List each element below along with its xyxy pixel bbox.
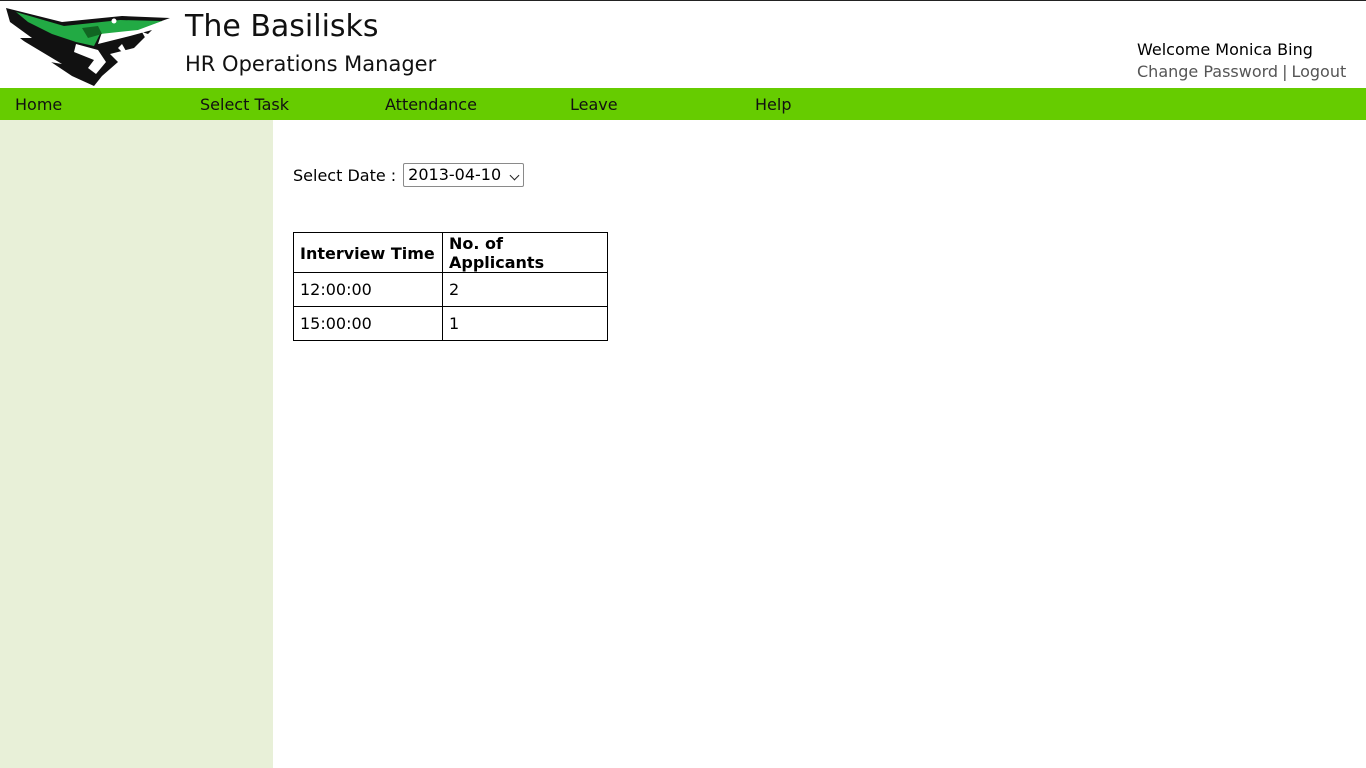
app-title: The Basilisks: [185, 9, 379, 44]
column-header-interview-time: Interview Time: [293, 232, 443, 273]
applicants-count-cell: 1: [442, 306, 608, 341]
column-header-applicants: No. of Applicants: [442, 232, 608, 273]
nav-select-task[interactable]: Select Task: [200, 88, 289, 120]
applicants-count-cell: 2: [442, 272, 608, 307]
main-content: Select Date : 2013-04-10 Interview Time …: [273, 120, 1366, 768]
welcome-text: Welcome Monica Bing: [1137, 40, 1313, 59]
chevron-down-icon: [509, 170, 520, 181]
user-box: Welcome Monica Bing Change Password | Logo…: [1137, 39, 1346, 83]
user-links: Change Password | Logout: [1137, 61, 1346, 83]
date-select[interactable]: 2013-04-10: [403, 163, 525, 187]
app-subtitle: HR Operations Manager: [185, 52, 437, 76]
nav-attendance[interactable]: Attendance: [385, 88, 477, 120]
sidebar: [0, 120, 273, 768]
date-select-value: 2013-04-10: [408, 165, 502, 184]
date-selector-row: Select Date : 2013-04-10: [293, 163, 525, 187]
nav-home[interactable]: Home: [15, 88, 62, 120]
basilisk-logo-icon: [6, 8, 170, 86]
interview-time-cell: 12:00:00: [293, 272, 443, 307]
link-separator: |: [1282, 62, 1288, 81]
table-row: 15:00:00 1: [293, 306, 608, 341]
table-header-row: Interview Time No. of Applicants: [293, 232, 608, 273]
nav-help[interactable]: Help: [755, 88, 791, 120]
table-row: 12:00:00 2: [293, 272, 608, 307]
select-date-label: Select Date :: [293, 165, 397, 185]
interview-time-cell: 15:00:00: [293, 306, 443, 341]
header: The Basilisks HR Operations Manager Welc…: [0, 0, 1366, 88]
change-password-link[interactable]: Change Password: [1137, 62, 1278, 81]
main-nav: Home Select Task Attendance Leave Help: [0, 88, 1366, 120]
interview-table: Interview Time No. of Applicants 12:00:0…: [293, 232, 608, 341]
nav-leave[interactable]: Leave: [570, 88, 618, 120]
logout-link[interactable]: Logout: [1291, 62, 1346, 81]
